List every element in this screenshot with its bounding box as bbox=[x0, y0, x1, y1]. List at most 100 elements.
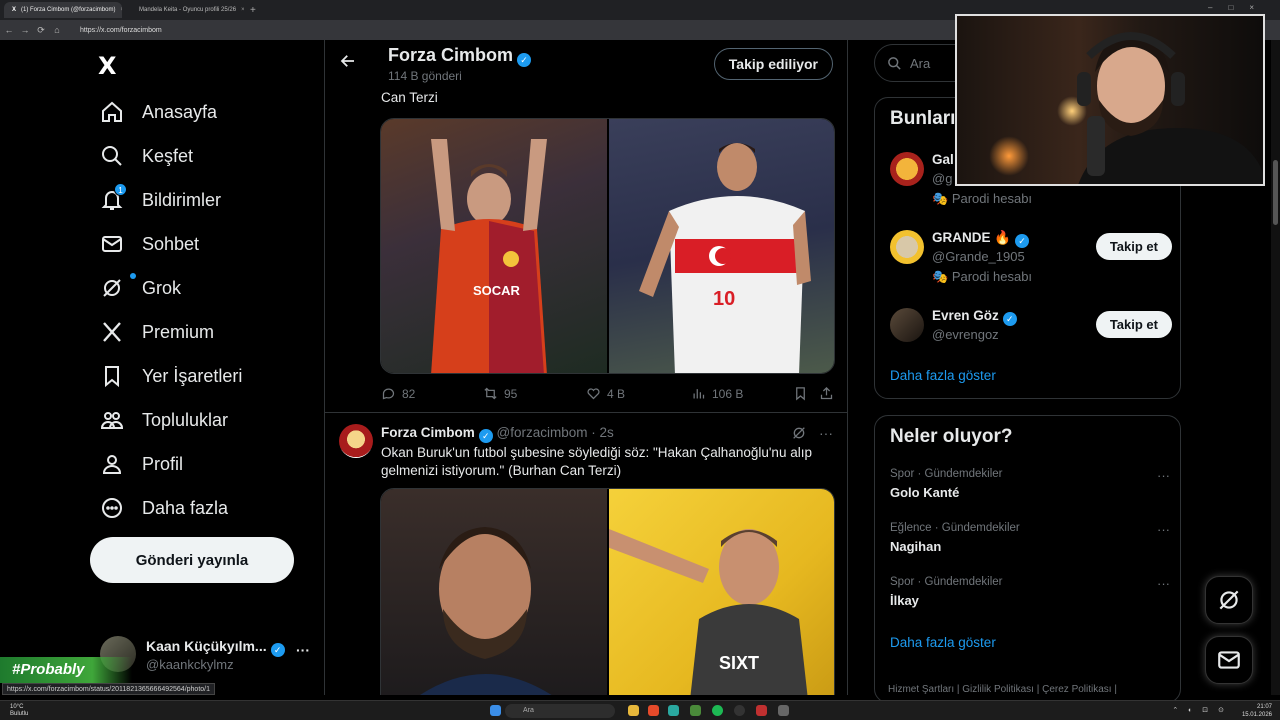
windows-start-icon[interactable] bbox=[490, 705, 501, 716]
new-tab-button[interactable]: + bbox=[250, 5, 256, 16]
verified-icon: ✓ bbox=[270, 643, 285, 657]
obs-icon[interactable] bbox=[734, 705, 745, 716]
trend-name: Golo Kanté bbox=[890, 485, 960, 500]
sidebar-item-label: Bildirimler bbox=[142, 189, 222, 210]
sidebar-item-explore[interactable]: Keşfet bbox=[100, 136, 193, 176]
trend-item[interactable]: Spor · Gündemdekiler Golo Kanté ··· bbox=[890, 468, 1170, 508]
grok-icon[interactable] bbox=[791, 425, 807, 441]
views-button[interactable]: 106 B bbox=[691, 386, 743, 401]
browser-tab-forza[interactable]: X (1) Forza Cimbom (@forzacimbom) × bbox=[4, 2, 122, 18]
sidebar-item-premium[interactable]: Premium bbox=[100, 312, 214, 352]
app-icon[interactable] bbox=[648, 705, 659, 716]
grok-icon bbox=[1219, 590, 1239, 610]
webcam-overlay bbox=[955, 14, 1265, 186]
clock[interactable]: 21:07 15.01.2026 bbox=[1242, 703, 1272, 719]
account-name: GRANDE 🔥 ✓ bbox=[932, 230, 1030, 248]
settings-icon[interactable] bbox=[778, 705, 789, 716]
explorer-icon[interactable] bbox=[628, 705, 639, 716]
trend-item[interactable]: Eğlence · Gündemdekiler Nagihan ··· bbox=[890, 522, 1170, 562]
mail-icon bbox=[102, 236, 122, 252]
back-icon[interactable]: ← bbox=[2, 25, 16, 35]
status-bar-url: https://x.com/forzacimbom/status/2011821… bbox=[2, 683, 216, 695]
photo-coach[interactable]: SIXT bbox=[608, 489, 834, 695]
follow-button[interactable]: Takip et bbox=[1095, 233, 1172, 260]
browser-tab-mandela[interactable]: Mandela Keita - Oyuncu profili 25/26 × bbox=[126, 2, 244, 18]
app-icon[interactable] bbox=[756, 705, 767, 716]
bookmark-button[interactable] bbox=[793, 386, 808, 401]
bookmark-icon bbox=[105, 366, 119, 388]
back-arrow-icon[interactable] bbox=[339, 52, 357, 75]
sidebar-item-grok[interactable]: Grok bbox=[100, 268, 181, 308]
following-button[interactable]: Takip ediliyor bbox=[713, 48, 833, 80]
more-options-icon[interactable]: ··· bbox=[1157, 522, 1170, 537]
share-icon bbox=[820, 386, 833, 400]
photo-player-galatasaray[interactable]: SOCAR bbox=[381, 119, 607, 373]
scroll-thumb[interactable] bbox=[1273, 160, 1278, 225]
tweet-media[interactable]: SIXT bbox=[380, 488, 835, 695]
photo-player-turkey[interactable]: 10 bbox=[608, 119, 834, 373]
footer-links[interactable]: Hizmet Şartları | Gizlilik Politikası | … bbox=[888, 684, 1117, 695]
retweet-button[interactable]: 95 bbox=[483, 386, 517, 401]
like-button[interactable]: 4 B bbox=[586, 386, 625, 401]
sidebar-item-more[interactable]: Daha fazla bbox=[100, 488, 228, 528]
sidebar-item-label: Premium bbox=[142, 321, 215, 342]
suggested-account[interactable]: Evren Göz ✓ @evrengoz Takip et bbox=[890, 308, 1172, 368]
tab-close-icon[interactable]: × bbox=[241, 7, 244, 13]
trend-name: Nagihan bbox=[890, 539, 942, 554]
sidebar-item-chat[interactable]: Sohbet bbox=[100, 224, 199, 264]
heart-icon bbox=[587, 388, 600, 400]
reply-button[interactable]: 82 bbox=[381, 386, 415, 401]
author-handle[interactable]: @forzacimbom bbox=[497, 425, 588, 440]
share-button[interactable] bbox=[819, 386, 834, 401]
sidebar-item-bookmarks[interactable]: Yer İşaretleri bbox=[100, 356, 242, 396]
grok-fab-button[interactable] bbox=[1205, 576, 1253, 624]
tab-close-icon[interactable]: × bbox=[120, 7, 122, 13]
more-options-icon[interactable]: ··· bbox=[819, 425, 833, 441]
notification-badge: 1 bbox=[114, 183, 127, 196]
avatar[interactable] bbox=[339, 424, 373, 458]
more-options-icon[interactable]: ··· bbox=[1157, 576, 1170, 591]
edge-icon[interactable] bbox=[668, 705, 679, 716]
trend-item[interactable]: Spor · Gündemdekiler İlkay ··· bbox=[890, 576, 1170, 616]
tweet-media[interactable]: SOCAR 10 bbox=[380, 118, 835, 374]
account-name: Gal bbox=[932, 152, 954, 167]
post-button[interactable]: Gönderi yayınla bbox=[90, 537, 294, 583]
chrome-icon[interactable] bbox=[690, 705, 701, 716]
system-tray[interactable]: ⌃ ◐ ⊡ ⊙ bbox=[1172, 706, 1228, 714]
x-logo-icon[interactable]: X bbox=[98, 52, 117, 80]
sidebar-item-label: Topluluklar bbox=[142, 409, 229, 430]
verified-icon: ✓ bbox=[478, 429, 493, 443]
show-more-link[interactable]: Daha fazla göster bbox=[890, 635, 996, 650]
spotify-icon[interactable] bbox=[712, 705, 723, 716]
sidebar-item-label: Grok bbox=[142, 277, 182, 298]
sidebar-item-communities[interactable]: Topluluklar bbox=[100, 400, 228, 440]
sidebar-item-profile[interactable]: Profil bbox=[100, 444, 183, 484]
account-handle: @g bbox=[932, 171, 953, 186]
reply-icon bbox=[382, 388, 395, 400]
weather-widget[interactable]: 10°C Bulutlu bbox=[10, 704, 28, 718]
sidebar-item-home[interactable]: Anasayfa bbox=[100, 92, 217, 132]
trend-category: Spor · Gündemdekiler bbox=[890, 576, 1003, 588]
follow-button[interactable]: Takip et bbox=[1095, 311, 1172, 338]
home-icon[interactable]: ⌂ bbox=[50, 25, 64, 35]
url-field[interactable]: https://x.com/forzacimbom bbox=[80, 27, 162, 34]
sidebar-item-notifications[interactable]: 1 Bildirimler bbox=[100, 180, 221, 220]
author-name[interactable]: Forza Cimbom bbox=[381, 425, 475, 440]
messages-fab-button[interactable] bbox=[1205, 636, 1253, 684]
sidebar-item-label: Daha fazla bbox=[142, 497, 229, 518]
show-more-link[interactable]: Daha fazla göster bbox=[890, 368, 996, 383]
more-options-icon[interactable]: ··· bbox=[296, 642, 310, 658]
more-options-icon[interactable]: ··· bbox=[1157, 468, 1170, 483]
tweet-time[interactable]: 2s bbox=[600, 425, 614, 440]
photo-player-portrait[interactable] bbox=[381, 489, 607, 695]
suggested-account[interactable]: GRANDE 🔥 ✓ @Grande_1905 🎭 Parodi hesabı T… bbox=[890, 230, 1172, 290]
page-scrollbar[interactable] bbox=[1271, 40, 1280, 695]
taskbar-search[interactable]: Ara bbox=[505, 704, 615, 718]
reload-icon[interactable]: ⟳ bbox=[34, 25, 48, 36]
x-icon bbox=[103, 322, 121, 342]
forward-icon[interactable]: → bbox=[18, 25, 32, 35]
account-name: Evren Göz ✓ bbox=[932, 308, 1017, 326]
window-controls[interactable]: –□× bbox=[1208, 3, 1270, 12]
mask-icon: 🎭 bbox=[932, 191, 952, 206]
trend-category: Eğlence · Gündemdekiler bbox=[890, 522, 1020, 534]
